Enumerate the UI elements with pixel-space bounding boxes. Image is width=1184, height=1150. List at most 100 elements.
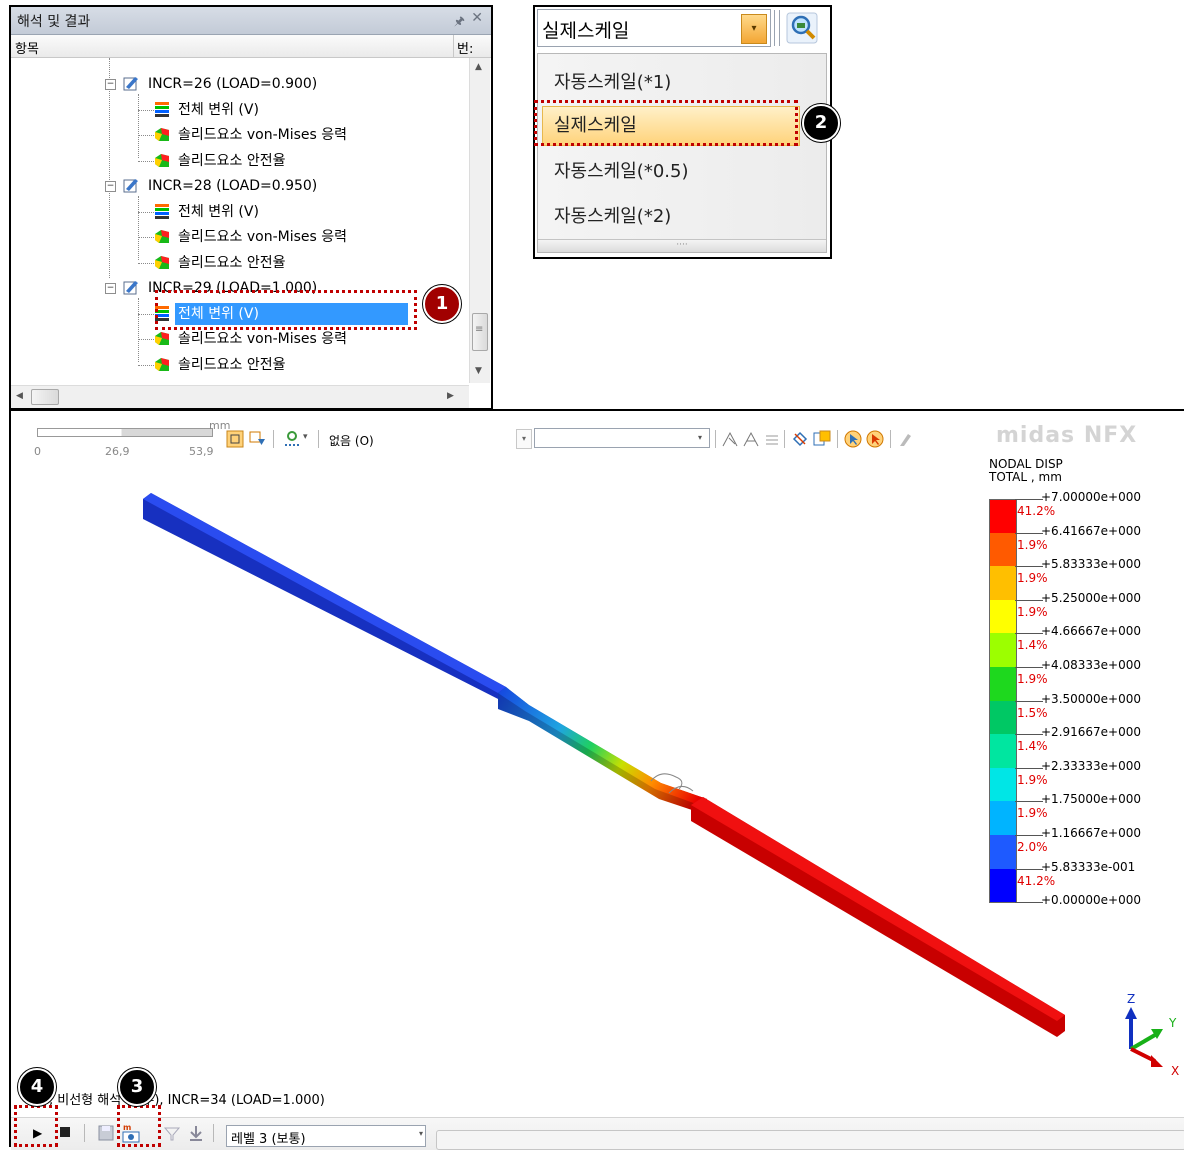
- column-item-header[interactable]: 항목: [15, 38, 39, 57]
- beam-left-top: [143, 493, 506, 693]
- tree-item-safety-factor[interactable]: 솔리드요소 안전율: [153, 354, 289, 376]
- tree-item-label: INCR=26 (LOAD=0.900): [148, 76, 318, 92]
- deformed-shape-icon[interactable]: [283, 430, 301, 448]
- level-select-value: 레벨 3 (보통): [231, 1132, 306, 1147]
- tree-item-label: 솔리드요소 von-Mises 응력: [178, 331, 348, 347]
- pin-icon[interactable]: 🖈: [454, 12, 465, 33]
- toolbar-separator: [837, 430, 838, 448]
- toolbar-separator: [273, 430, 274, 448]
- list-icon[interactable]: [763, 430, 781, 448]
- scroll-left-icon[interactable]: ◀: [16, 391, 23, 401]
- tree-item-total-displacement[interactable]: 전체 변위 (V): [153, 99, 262, 121]
- tree-item-label: INCR=28 (LOAD=0.950): [148, 178, 318, 194]
- display-option-icon[interactable]: [249, 430, 267, 448]
- highlight-frame-1: [155, 290, 417, 330]
- menu-item-auto-scale-1[interactable]: 자동스케일(*1): [554, 68, 671, 94]
- fit-view-icon[interactable]: [226, 430, 244, 448]
- filter-icon[interactable]: [163, 1124, 181, 1142]
- tree-item-von-mises[interactable]: 솔리드요소 von-Mises 응력: [153, 226, 350, 248]
- close-icon[interactable]: ✕: [471, 10, 483, 26]
- progress-bar: [436, 1130, 1184, 1150]
- menu-item-auto-scale-0-5[interactable]: 자동스케일(*0.5): [554, 157, 688, 183]
- chevron-down-icon[interactable]: ▾: [419, 1129, 423, 1138]
- ruler-tick-label: 26,9: [105, 445, 130, 458]
- probe-element-icon[interactable]: [742, 430, 760, 448]
- chevron-down-icon[interactable]: ▾: [303, 432, 308, 442]
- grip-icon: ≡: [475, 324, 484, 335]
- magnifier-icon[interactable]: [783, 10, 823, 46]
- step-badge-1: 1: [423, 285, 461, 323]
- scroll-up-icon[interactable]: ▲: [475, 62, 482, 72]
- column-number-header[interactable]: 번:: [457, 38, 473, 57]
- scroll-right-icon[interactable]: ▶: [447, 391, 454, 401]
- tree-item-incr-26[interactable]: INCR=26 (LOAD=0.900): [123, 73, 320, 95]
- tree-item-incr-28[interactable]: INCR=28 (LOAD=0.950): [123, 175, 320, 197]
- tree-item-label: 솔리드요소 von-Mises 응력: [178, 127, 348, 143]
- toolbar-separator: [774, 10, 780, 46]
- chevron-down-icon[interactable]: ▾: [741, 14, 767, 44]
- panel-titlebar: 해석 및 결과 🖈 ✕: [11, 7, 491, 35]
- tree-item-safety-factor[interactable]: 솔리드요소 안전율: [153, 252, 289, 274]
- analysis-results-panel: 해석 및 결과 🖈 ✕ 항목 번: − INCR=26 (LOAD=0.900)…: [9, 5, 493, 410]
- safety-contour-icon: [155, 154, 169, 167]
- collapse-toggle-icon[interactable]: −: [105, 181, 116, 192]
- chevron-down-icon[interactable]: ▾: [516, 429, 532, 449]
- scroll-thumb[interactable]: [31, 389, 59, 405]
- clear-probe-icon[interactable]: [791, 430, 809, 448]
- analysis-status-text: e, 비선형 해석 (필수), INCR=34 (LOAD=1.000): [41, 1093, 325, 1108]
- level-select[interactable]: 레벨 3 (보통) ▾: [226, 1125, 426, 1147]
- y-axis-arrow: [1129, 1033, 1157, 1051]
- beam-middle-top: [498, 687, 707, 805]
- collapse-toggle-icon[interactable]: −: [105, 283, 116, 294]
- scale-select[interactable]: 실제스케일 ▾: [537, 9, 771, 47]
- select-pointer-icon[interactable]: [844, 430, 862, 448]
- tree-item-total-displacement[interactable]: 전체 변위 (V): [153, 201, 262, 223]
- stress-contour-icon: [155, 332, 169, 345]
- result-type-select[interactable]: ▾: [534, 428, 710, 448]
- displacement-contour-icon: [155, 204, 169, 219]
- safety-contour-icon: [155, 256, 169, 269]
- deselect-pointer-icon[interactable]: [866, 430, 884, 448]
- axis-label-z: Z: [1127, 992, 1135, 1006]
- stop-icon[interactable]: [60, 1127, 70, 1137]
- axis-triad: Z Y X: [1125, 992, 1179, 1078]
- ruler-tick-label: 53,9: [189, 445, 214, 458]
- display-none-label[interactable]: 없음 (O): [329, 432, 374, 449]
- step-badge-3: 3: [118, 1068, 156, 1106]
- collapse-toggle-icon[interactable]: −: [105, 79, 116, 90]
- export-table-icon[interactable]: [813, 430, 831, 448]
- toolbar-separator: [318, 430, 319, 448]
- toolbar-separator: [84, 1124, 85, 1142]
- tree-item-von-mises[interactable]: 솔리드요소 von-Mises 응력: [153, 328, 350, 350]
- chevron-down-icon[interactable]: ▾: [693, 430, 707, 446]
- beam-right-top: [691, 797, 1065, 1021]
- z-axis-arrowhead: [1125, 1007, 1137, 1019]
- tree-item-label: 전체 변위 (V): [178, 204, 259, 220]
- tree-item-safety-factor[interactable]: 솔리드요소 안전율: [153, 150, 289, 172]
- beam-model-render: [143, 493, 1065, 1037]
- axis-label-x: X: [1171, 1064, 1179, 1078]
- model-viewport[interactable]: mm 0 26,9 53,9 ▾ 없음 (O) ▾ ▾ midas NFX NO…: [9, 409, 1184, 1150]
- tree-item-label: 솔리드요소 안전율: [178, 153, 286, 169]
- toolbar-separator: [715, 430, 716, 448]
- tree-item-label: 전체 변위 (V): [178, 102, 259, 118]
- scroll-thumb[interactable]: ≡: [472, 313, 488, 351]
- vertical-scrollbar[interactable]: ▲ ≡ ▼: [469, 58, 490, 383]
- probe-node-icon[interactable]: [721, 430, 739, 448]
- horizontal-scrollbar[interactable]: ◀ ▶: [11, 385, 469, 408]
- download-icon[interactable]: [187, 1124, 205, 1142]
- pick-icon[interactable]: [896, 430, 914, 448]
- column-divider[interactable]: [453, 35, 454, 57]
- scroll-down-icon[interactable]: ▼: [475, 366, 482, 376]
- tree-item-von-mises[interactable]: 솔리드요소 von-Mises 응력: [153, 124, 350, 146]
- menu-item-auto-scale-2[interactable]: 자동스케일(*2): [554, 202, 671, 228]
- stress-contour-icon: [155, 230, 169, 243]
- midas-nfx-logo: midas NFX: [996, 423, 1138, 448]
- scale-options-menu: 자동스케일(*1) 실제스케일 자동스케일(*0.5) 자동스케일(*2) ··…: [537, 53, 827, 253]
- menu-resize-grip[interactable]: ····: [538, 239, 826, 252]
- panel-title: 해석 및 결과: [17, 14, 91, 30]
- highlight-frame-4: [14, 1105, 58, 1147]
- step-result-icon: [123, 77, 138, 91]
- tree-column-header: 항목 번:: [11, 35, 491, 58]
- save-icon[interactable]: [97, 1124, 115, 1142]
